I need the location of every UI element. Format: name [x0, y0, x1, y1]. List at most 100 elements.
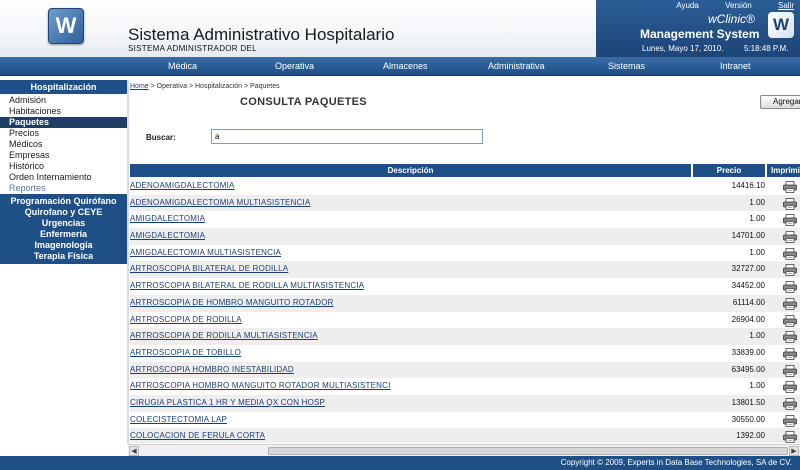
page-title: CONSULTA PAQUETES: [240, 96, 367, 108]
sidebar-item-precios[interactable]: Precios: [0, 128, 127, 139]
breadcrumb-home-link[interactable]: Home: [130, 83, 149, 90]
sidebar-item-historico[interactable]: Histórico: [0, 161, 127, 172]
current-time: 5:18:48 P.M.: [744, 44, 789, 53]
sidebar-item-paquetes[interactable]: Paquetes: [0, 117, 127, 128]
printer-icon[interactable]: [783, 197, 797, 210]
package-description-link[interactable]: COLOCACION DE FERULA CORTA: [130, 431, 265, 440]
printer-icon[interactable]: [783, 280, 797, 294]
package-description-link[interactable]: ARTROSCOPIA DE RODILLA MULTIASISTENCIA: [130, 331, 318, 340]
sidebar-item-habitaciones[interactable]: Habitaciones: [0, 106, 127, 117]
package-price: 1.00: [749, 214, 765, 224]
package-price: 30550.00: [731, 414, 765, 424]
sidebar-header[interactable]: Hospitalización: [0, 80, 127, 94]
table-row: ARTROSCOPIA BILATERAL DE RODILLA 32727.00: [130, 261, 800, 279]
package-description-link[interactable]: CIRUGIA PLASTICA 1 HR Y MEDIA QX CON HOS…: [130, 398, 325, 407]
package-description-link[interactable]: ADENOAMIGDALECTOMIA MULTIASISTENCIA: [130, 198, 311, 207]
sidebar-section-terapia-fisica[interactable]: Terapia Física: [0, 251, 127, 262]
printer-icon[interactable]: [783, 247, 797, 260]
package-description-link[interactable]: ARTROSCOPIA BILATERAL DE RODILLA: [130, 264, 288, 273]
table-row: COLOCACION DE FERULA CORTA 1392.00: [130, 428, 800, 443]
column-header-precio[interactable]: Precio: [693, 164, 765, 177]
sidebar-section-imagenologia[interactable]: Imagenología: [0, 240, 127, 251]
scrollbar-thumb[interactable]: [268, 447, 788, 455]
add-button[interactable]: Agregar: [760, 95, 800, 109]
printer-icon[interactable]: [783, 414, 797, 427]
column-header-imprimir[interactable]: Imprimir: [767, 164, 800, 177]
sidebar-section-programacion-quirofano[interactable]: Programación Quirófano: [0, 196, 127, 207]
search-input[interactable]: [211, 129, 483, 144]
package-description-link[interactable]: ARTROSCOPIA HOMBRO MANGUITO ROTADOR MULT…: [130, 381, 391, 390]
package-description-link[interactable]: ARTROSCOPIA DE HOMBRO MANGUITO ROTADOR: [130, 298, 334, 307]
table-row: CIRUGIA PLASTICA 1 HR Y MEDIA QX CON HOS…: [130, 394, 800, 412]
printer-icon[interactable]: [783, 380, 797, 394]
logout-link[interactable]: Salir: [778, 1, 794, 10]
brand-name: wClinic®: [708, 12, 755, 26]
app-window: W Sistema Administrativo Hospitalario SI…: [0, 0, 800, 470]
sidebar-item-reportes[interactable]: Reportes: [0, 183, 127, 194]
scroll-left-icon[interactable]: ◀: [129, 446, 139, 456]
nav-item-administrativa[interactable]: Administrativa: [488, 61, 545, 71]
package-description-link[interactable]: AMIGDALECTOMIA MULTIASISTENCIA: [130, 248, 281, 257]
sidebar-section-quirofano-ceye[interactable]: Quirofano y CEYE: [0, 207, 127, 218]
package-price: 63495.00: [731, 364, 765, 374]
printer-icon[interactable]: [783, 180, 797, 193]
package-price: 1.00: [749, 197, 765, 207]
sidebar-item-medicos[interactable]: Médicos: [0, 139, 127, 150]
table-row: AMIGDALECTOMIA 14701.00: [130, 228, 800, 245]
package-description-link[interactable]: ARTROSCOPIA DE RODILLA: [130, 315, 242, 324]
main-nav: Médica Operativa Almacenes Administrativ…: [0, 57, 800, 76]
column-header-descripcion[interactable]: Descripción: [130, 164, 691, 177]
sidebar-item-empresas[interactable]: Empresas: [0, 150, 127, 161]
package-description-link[interactable]: AMIGDALECTOMIA: [130, 231, 205, 240]
sidebar-item-admision[interactable]: Admisión: [0, 95, 127, 106]
top-links: Ayuda Versión Salir: [652, 1, 794, 10]
package-description-link[interactable]: ARTROSCOPIA HOMBRO INESTABILIDAD: [130, 365, 294, 374]
nav-item-sistemas[interactable]: Sistemas: [608, 61, 645, 71]
nav-item-operativa[interactable]: Operativa: [275, 61, 314, 71]
package-description-link[interactable]: COLECISTECTOMIA LAP: [130, 415, 227, 424]
app-title: Sistema Administrativo Hospitalario: [128, 25, 395, 44]
package-price: 1392.00: [736, 431, 765, 441]
package-description-link[interactable]: ARTROSCOPIA DE TOBILLO: [130, 348, 241, 357]
package-description-link[interactable]: ARTROSCOPIA BILATERAL DE RODILLA MULTIAS…: [130, 281, 364, 290]
footer: Copyright © 2009, Experts in Data Base T…: [0, 456, 800, 470]
sidebar-item-orden-internamiento[interactable]: Orden Internamiento: [0, 172, 127, 183]
package-price: 26904.00: [731, 314, 765, 324]
header: W Sistema Administrativo Hospitalario SI…: [0, 0, 800, 57]
package-description-link[interactable]: AMIGDALECTOMIA: [130, 214, 205, 223]
package-price: 1.00: [749, 331, 765, 341]
version-link[interactable]: Versión: [725, 1, 752, 10]
app-logo: W: [48, 8, 84, 44]
printer-icon[interactable]: [783, 364, 797, 377]
printer-icon[interactable]: [783, 213, 797, 227]
breadcrumb: Home > Operativa > Hospitalización > Paq…: [130, 83, 280, 90]
brand-tagline: Management System: [640, 27, 760, 41]
search-label: Buscar:: [146, 133, 176, 142]
table-row: COLECISTECTOMIA LAP 30550.00: [130, 412, 800, 429]
table-row: ADENOAMIGDALECTOMIA 14416.10: [130, 178, 800, 195]
printer-icon[interactable]: [783, 263, 797, 277]
nav-item-almacenes[interactable]: Almacenes: [383, 61, 428, 71]
app-subtitle: SISTEMA ADMINISTRADOR DEL: [128, 44, 257, 53]
printer-icon[interactable]: [783, 347, 797, 360]
printer-icon[interactable]: [783, 430, 797, 443]
breadcrumb-path: > Operativa > Hospitalización > Paquetes: [148, 83, 280, 90]
nav-item-medica[interactable]: Médica: [168, 61, 197, 71]
table-row: ARTROSCOPIA DE RODILLA 26904.00: [130, 312, 800, 329]
printer-icon[interactable]: [783, 297, 797, 310]
horizontal-scrollbar[interactable]: ◀ ▶: [128, 444, 800, 456]
package-price: 13801.50: [731, 397, 765, 407]
printer-icon[interactable]: [783, 330, 797, 344]
help-link[interactable]: Ayuda: [676, 1, 699, 10]
nav-item-intranet[interactable]: Intranet: [720, 61, 751, 71]
sidebar-section-enfermeria[interactable]: Enfermería: [0, 229, 127, 240]
table-row: ARTROSCOPIA HOMBRO MANGUITO ROTADOR MULT…: [130, 378, 800, 395]
printer-icon[interactable]: [783, 397, 797, 410]
package-price: 61114.00: [732, 297, 765, 307]
printer-icon[interactable]: [783, 314, 797, 327]
package-description-link[interactable]: ADENOAMIGDALECTOMIA: [130, 181, 235, 190]
package-price: 14416.10: [731, 181, 765, 190]
sidebar-section-urgencias[interactable]: Urgencias: [0, 218, 127, 229]
scroll-right-icon[interactable]: ▶: [789, 446, 799, 456]
printer-icon[interactable]: [783, 230, 797, 243]
